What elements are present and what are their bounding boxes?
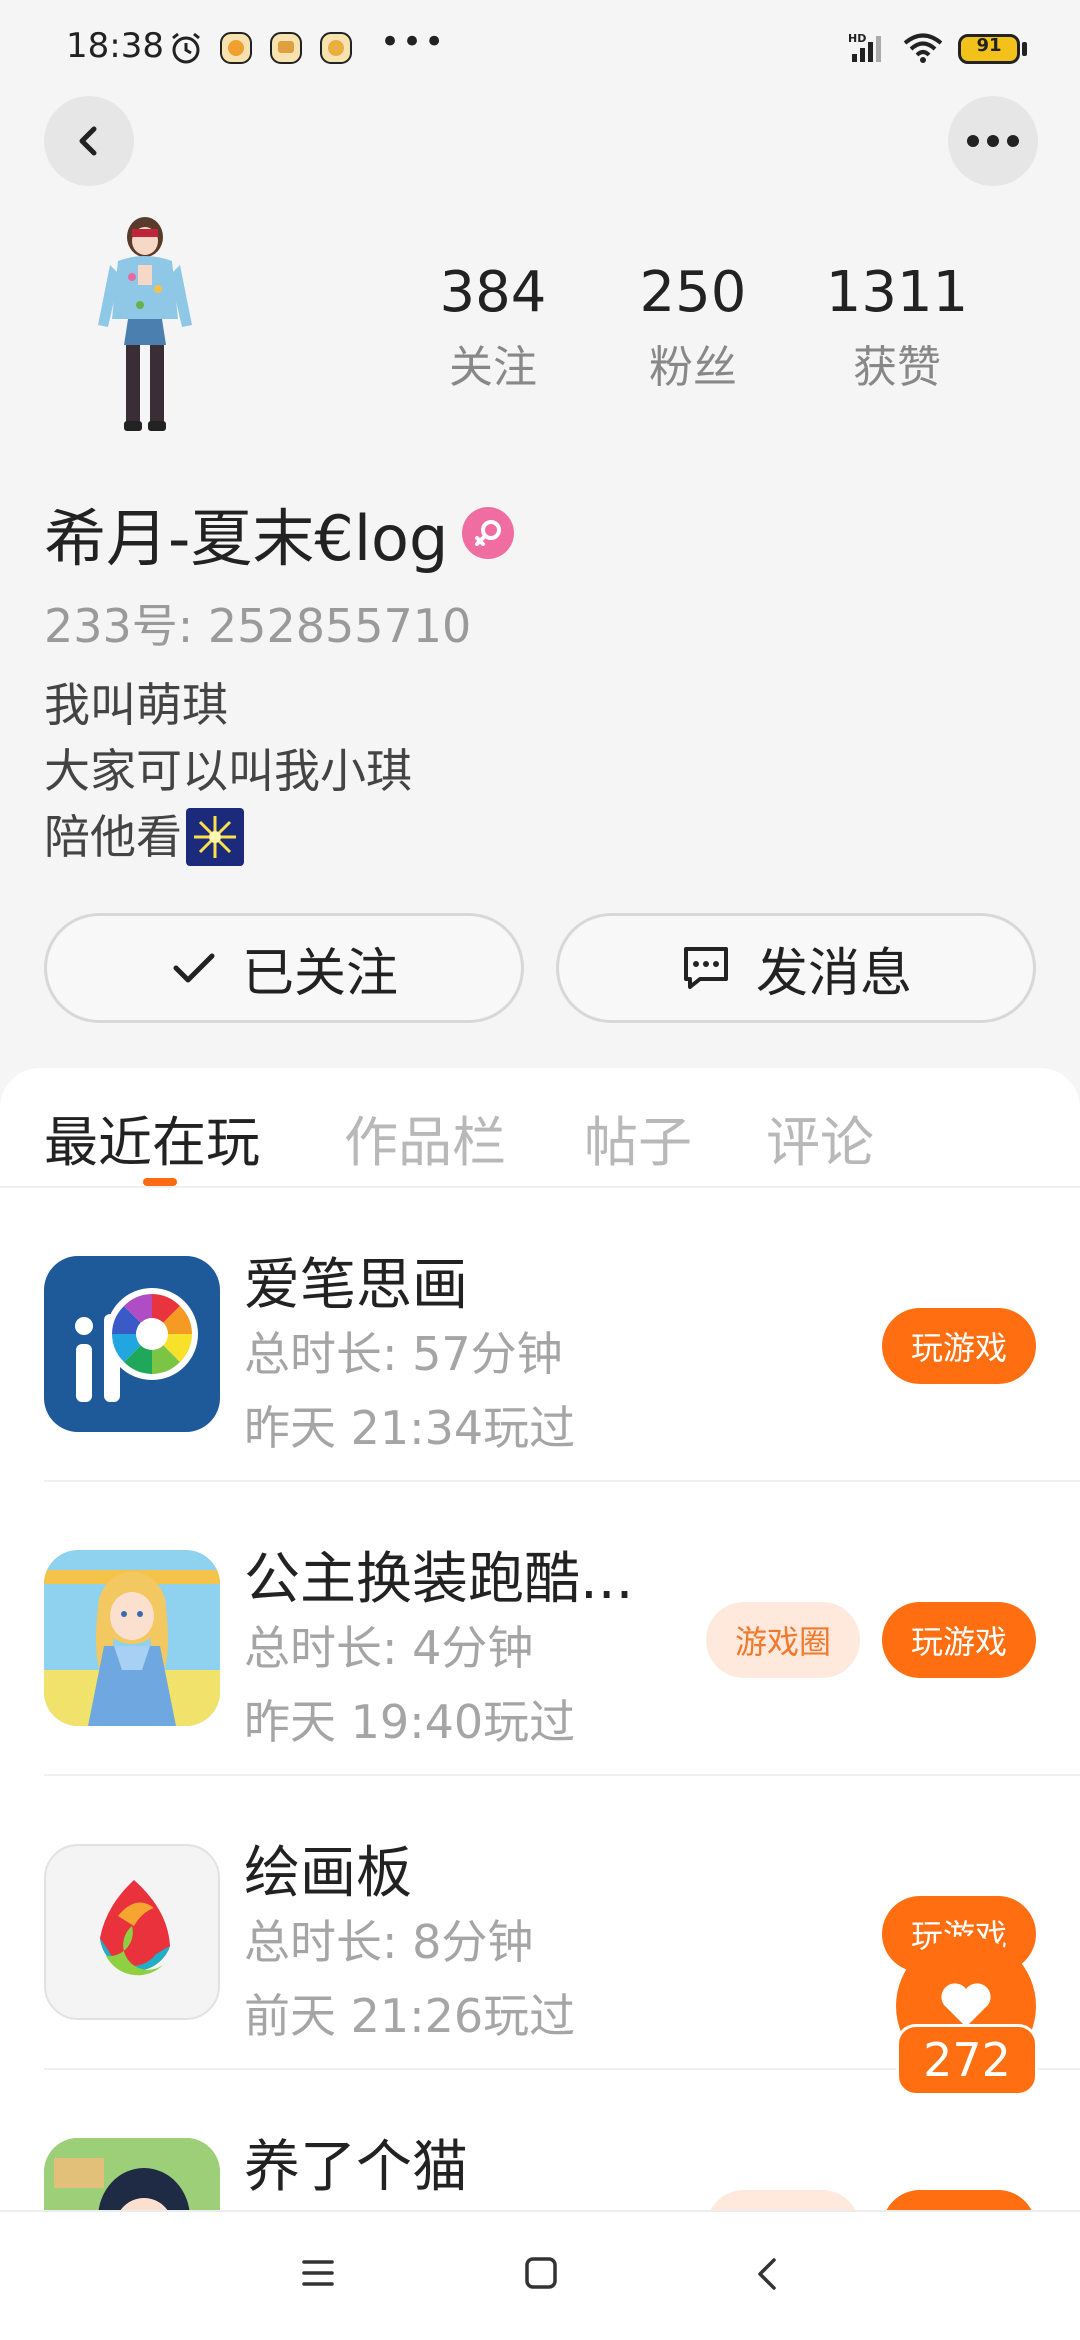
wifi-icon: [903, 33, 943, 63]
more-button[interactable]: [948, 96, 1038, 186]
status-more: •••: [380, 22, 447, 62]
home-icon[interactable]: [524, 2256, 558, 2290]
battery-tip: [1022, 42, 1027, 56]
followers-count: 250: [639, 260, 747, 325]
followers-label: 粉丝: [649, 342, 737, 393]
bio-line-with-emoji: 陪他看: [44, 804, 412, 870]
bio-line: 大家可以叫我小琪: [44, 744, 412, 798]
divider: [44, 1774, 1080, 1776]
tab-bar: 最近在玩 作品栏 帖子 评论: [0, 1068, 1080, 1188]
game-last-played: 昨天 21:34玩过: [244, 1401, 576, 1455]
likes-count: 1311: [825, 260, 969, 325]
tab-indicator: [143, 1178, 177, 1186]
chevron-left-icon: [79, 126, 97, 156]
game-last-played: 昨天 19:40玩过: [244, 1695, 576, 1749]
sparkler-emoji-icon: [186, 808, 244, 866]
send-message-label: 发消息: [755, 943, 912, 1004]
game-title: 爱笔思画: [244, 1253, 468, 1318]
tab-comments[interactable]: 评论: [766, 1098, 874, 1177]
following-label: 关注: [449, 342, 537, 393]
system-nav-bar: [0, 2210, 1080, 2340]
likes-label: 获赞: [853, 342, 941, 393]
game-duration: 总时长: 57分钟: [244, 1327, 563, 1381]
game-title: 绘画板: [244, 1841, 412, 1906]
hd-signal-icon: HD: [848, 32, 881, 62]
stat-likes[interactable]: 1311 获赞: [822, 260, 972, 395]
check-icon: [173, 953, 215, 983]
ibis-paint-app-icon: [44, 1256, 220, 1432]
svg-text:HD: HD: [848, 32, 866, 45]
game-row[interactable]: 公主换装跑酷... 总时长: 4分钟 昨天 19:40玩过 游戏圈 玩游戏: [0, 1484, 1080, 1776]
followed-label: 已关注: [241, 943, 398, 1004]
play-game-button[interactable]: 玩游戏: [882, 1308, 1036, 1384]
battery-icon: 91: [958, 34, 1020, 64]
username-row: 希月-夏末€log: [44, 488, 515, 578]
game-circle-button[interactable]: 游戏圈: [706, 1602, 860, 1678]
alarm-icon: [172, 32, 200, 64]
like-count-badge: 272: [896, 2024, 1038, 2096]
app-notification-icon: [270, 32, 302, 64]
back-nav-icon[interactable]: [752, 2256, 782, 2292]
user-id: 233号: 252855710: [44, 599, 472, 653]
back-button[interactable]: [44, 96, 134, 186]
following-count: 384: [439, 260, 547, 325]
stat-followers[interactable]: 250 粉丝: [618, 260, 768, 395]
divider: [44, 1480, 1080, 1482]
bio-line: 我叫萌琪: [44, 678, 228, 732]
game-duration: 总时长: 4分钟: [244, 1621, 534, 1675]
chat-bubble-icon: [683, 947, 728, 989]
female-icon: [462, 507, 515, 559]
followed-button[interactable]: 已关注: [44, 913, 524, 1023]
tab-posts[interactable]: 帖子: [584, 1098, 692, 1177]
profile-page: 18:38 ••• HD 91 384 关注 250 粉丝 1311 获赞 希月…: [0, 0, 1080, 2340]
avatar[interactable]: [80, 215, 210, 435]
app-notification-icon: [220, 32, 252, 64]
more-horizontal-icon: [967, 135, 1019, 147]
game-title: 养了个猫: [244, 2135, 468, 2200]
game-row[interactable]: 爱笔思画 总时长: 57分钟 昨天 21:34玩过 玩游戏: [0, 1190, 1080, 1482]
game-last-played: 前天 21:26玩过: [244, 1989, 576, 2043]
bio: 我叫萌琪 大家可以叫我小琪 陪他看: [44, 672, 412, 870]
menu-icon[interactable]: [300, 2258, 336, 2288]
tab-recently-played[interactable]: 最近在玩: [44, 1098, 260, 1177]
battery-level: 91: [976, 35, 1002, 56]
app-notification-icon: [320, 32, 352, 64]
status-bar: 18:38 ••• HD 91: [0, 0, 1080, 100]
tab-works[interactable]: 作品栏: [344, 1098, 506, 1177]
game-duration: 总时长: 8分钟: [244, 1915, 534, 1969]
status-time: 18:38: [66, 26, 164, 66]
game-title: 公主换装跑酷...: [244, 1547, 634, 1612]
bio-line-text: 陪他看: [44, 810, 182, 864]
play-game-button[interactable]: 玩游戏: [882, 1602, 1036, 1678]
stat-following[interactable]: 384 关注: [418, 260, 568, 395]
username: 希月-夏末€log: [44, 502, 449, 575]
send-message-button[interactable]: 发消息: [556, 913, 1036, 1023]
medibang-paint-app-icon: [44, 1844, 220, 2020]
content-panel: 最近在玩 作品栏 帖子 评论 爱笔思画 总时长: 57分钟 昨天 21:34玩过…: [0, 1068, 1080, 2340]
princess-runner-app-icon: [44, 1550, 220, 1726]
